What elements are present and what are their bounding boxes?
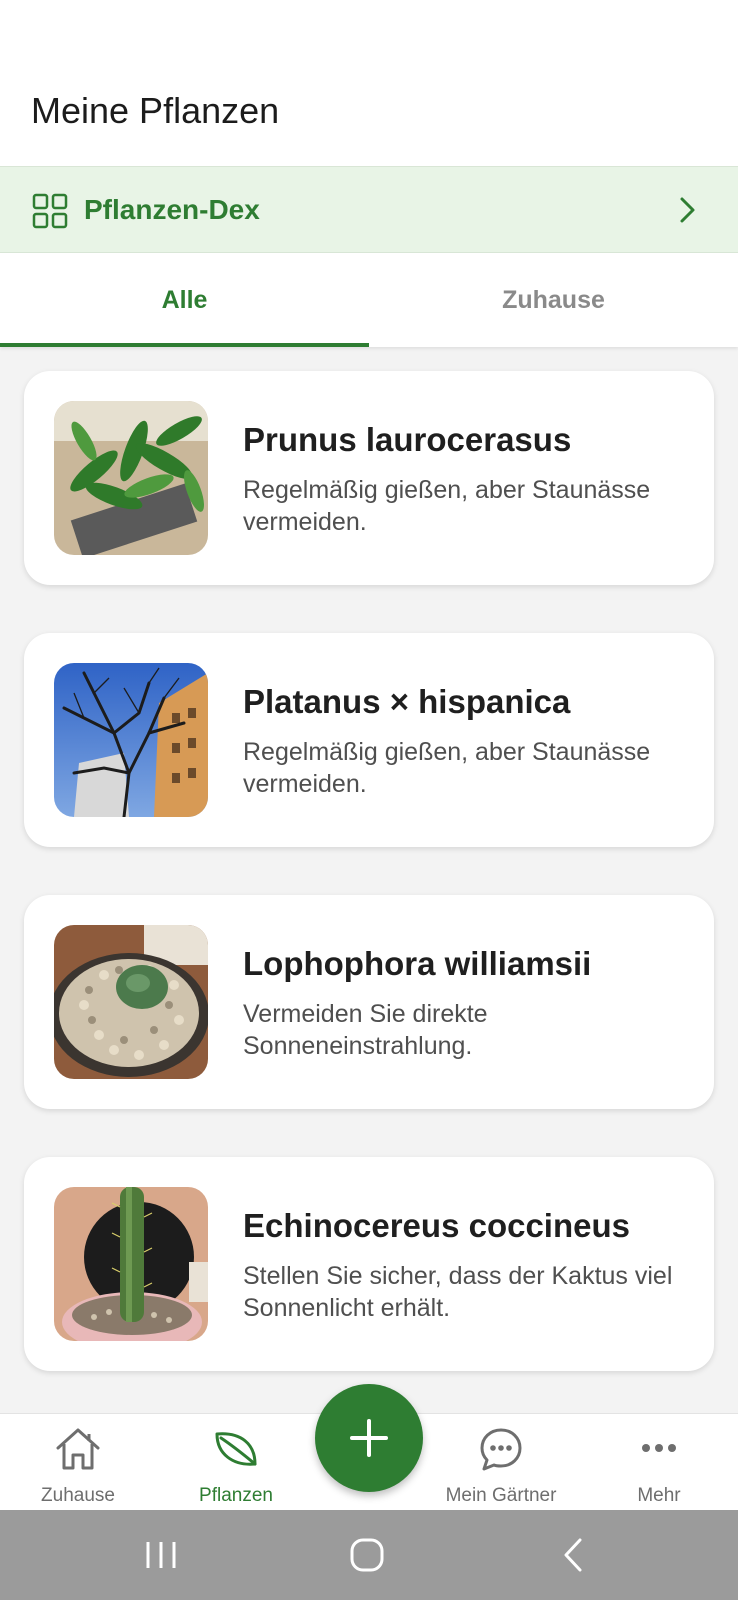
chevron-right-icon [680,197,695,223]
plant-card-echinocereus[interactable]: Echinocereus coccineus Stellen Sie siche… [24,1157,714,1371]
plant-photo [54,925,208,1079]
plant-photo [54,663,208,817]
plant-photo [54,401,208,555]
home-icon [56,1428,100,1470]
plus-icon [350,1419,388,1457]
plant-name: Prunus laurocerasus [243,421,572,458]
more-icon [642,1444,676,1452]
plant-card-platanus[interactable]: Platanus × hispanica Regelmäßig gießen, … [24,633,714,847]
nav-mein-gaertner[interactable]: Mein Gärtner [431,1414,571,1511]
plant-care-tip: Vermeiden Sie direkte Sonneneinstrahlung… [243,1000,488,1060]
nav-label: Mein Gärtner [445,1485,557,1506]
pflanzen-dex-label: Pflanzen-Dex [84,194,260,225]
page-title: Meine Pflanzen [31,90,280,131]
nav-label: Zuhause [41,1485,115,1506]
recent-apps-icon[interactable] [136,1530,186,1580]
pflanzen-dex-banner[interactable]: Pflanzen-Dex [0,166,738,253]
nav-pflanzen[interactable]: Pflanzen [166,1414,306,1511]
plant-name: Platanus × hispanica [243,683,571,720]
system-navigation-bar [0,1510,738,1600]
leaf-icon [215,1432,257,1466]
plant-care-tip: Regelmäßig gießen, aber Staunässe vermei… [243,738,651,798]
nav-label: Mehr [637,1485,681,1506]
nav-zuhause[interactable]: Zuhause [8,1414,148,1511]
plant-care-tip: Stellen Sie sicher, dass der Kaktus viel… [243,1262,673,1322]
nav-mehr[interactable]: Mehr [589,1414,729,1511]
plant-photo [54,1187,208,1341]
plant-name: Lophophora williamsii [243,945,592,982]
plant-card-prunus[interactable]: Prunus laurocerasus Regelmäßig gießen, a… [24,371,714,585]
app-bar: Meine Pflanzen [0,0,738,166]
tab-alle[interactable]: Alle [0,253,369,347]
tab-zuhause[interactable]: Zuhause [369,253,738,347]
plant-care-tip: Regelmäßig gießen, aber Staunässe vermei… [243,476,651,536]
chat-icon [480,1428,522,1471]
nav-label: Pflanzen [199,1485,273,1506]
add-plant-button[interactable] [315,1384,423,1492]
tab-bar: Alle Zuhause [0,253,738,347]
home-circle-icon[interactable] [342,1530,392,1580]
grid-icon [32,193,68,229]
back-icon[interactable] [548,1530,598,1580]
plant-name: Echinocereus coccineus [243,1207,630,1244]
plant-card-lophophora[interactable]: Lophophora williamsii Vermeiden Sie dire… [24,895,714,1109]
tab-indicator [0,343,369,347]
